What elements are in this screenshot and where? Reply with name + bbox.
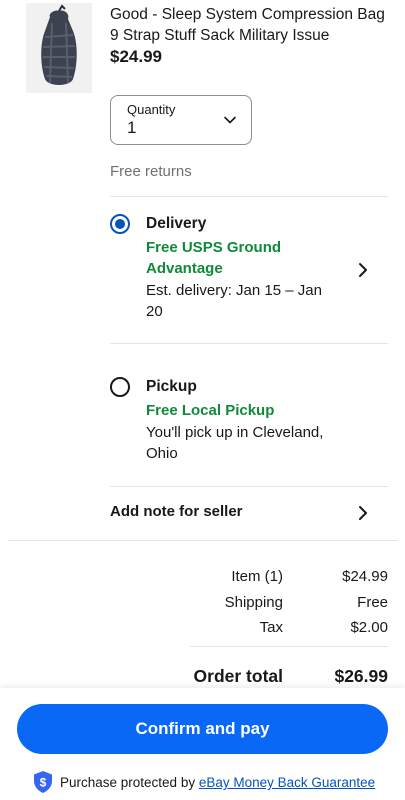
pickup-radio[interactable] <box>110 377 130 397</box>
money-back-guarantee-link[interactable]: eBay Money Back Guarantee <box>199 775 375 790</box>
tax-label: Tax <box>259 619 283 636</box>
item-summary: Good - Sleep System Compression Bag 9 St… <box>0 0 405 100</box>
pickup-service: Free Local Pickup <box>146 402 275 419</box>
quantity-label: Quantity <box>127 102 176 117</box>
item-count-label: Item (1) <box>231 568 283 585</box>
item-title: Good - Sleep System Compression Bag 9 St… <box>110 6 385 44</box>
delivery-service: Free USPS Ground Advantage <box>146 239 282 277</box>
divider <box>110 196 388 197</box>
divider <box>190 646 388 647</box>
checkout-footer: Confirm and pay $ Purchase protected by … <box>0 688 405 800</box>
chevron-right-icon[interactable] <box>356 262 370 278</box>
confirm-and-pay-button[interactable]: Confirm and pay <box>17 704 388 754</box>
chevron-down-icon <box>224 116 236 124</box>
shield-dollar-icon: $ <box>34 771 52 793</box>
order-total-label: Order total <box>193 666 283 686</box>
item-thumbnail[interactable] <box>26 3 92 93</box>
delivery-title: Delivery <box>146 215 207 232</box>
item-price: $24.99 <box>110 47 162 66</box>
quantity-select[interactable]: Quantity 1 <box>110 95 252 145</box>
delivery-estimate: Est. delivery: Jan 15 – Jan 20 <box>146 282 322 320</box>
shipping-label: Shipping <box>224 594 283 611</box>
chevron-right-icon[interactable] <box>356 505 370 521</box>
free-returns-text: Free returns <box>110 163 192 180</box>
pickup-location: You'll pick up in Cleveland, Ohio <box>146 424 324 462</box>
divider <box>110 486 388 487</box>
shipping-value: Free <box>357 594 388 611</box>
delivery-radio[interactable] <box>110 214 130 234</box>
divider <box>8 540 398 541</box>
protection-prefix: Purchase protected by <box>60 775 199 790</box>
tax-value: $2.00 <box>350 619 388 636</box>
stuff-sack-photo-icon <box>26 3 92 93</box>
item-subtotal: $24.99 <box>342 568 388 585</box>
purchase-protection-text: Purchase protected by eBay Money Back Gu… <box>60 775 375 790</box>
quantity-value: 1 <box>127 118 137 137</box>
add-note-label: Add note for seller <box>110 503 243 520</box>
svg-text:$: $ <box>40 776 47 790</box>
order-total-value: $26.99 <box>334 666 388 686</box>
divider <box>110 343 388 344</box>
pickup-title: Pickup <box>146 378 197 395</box>
